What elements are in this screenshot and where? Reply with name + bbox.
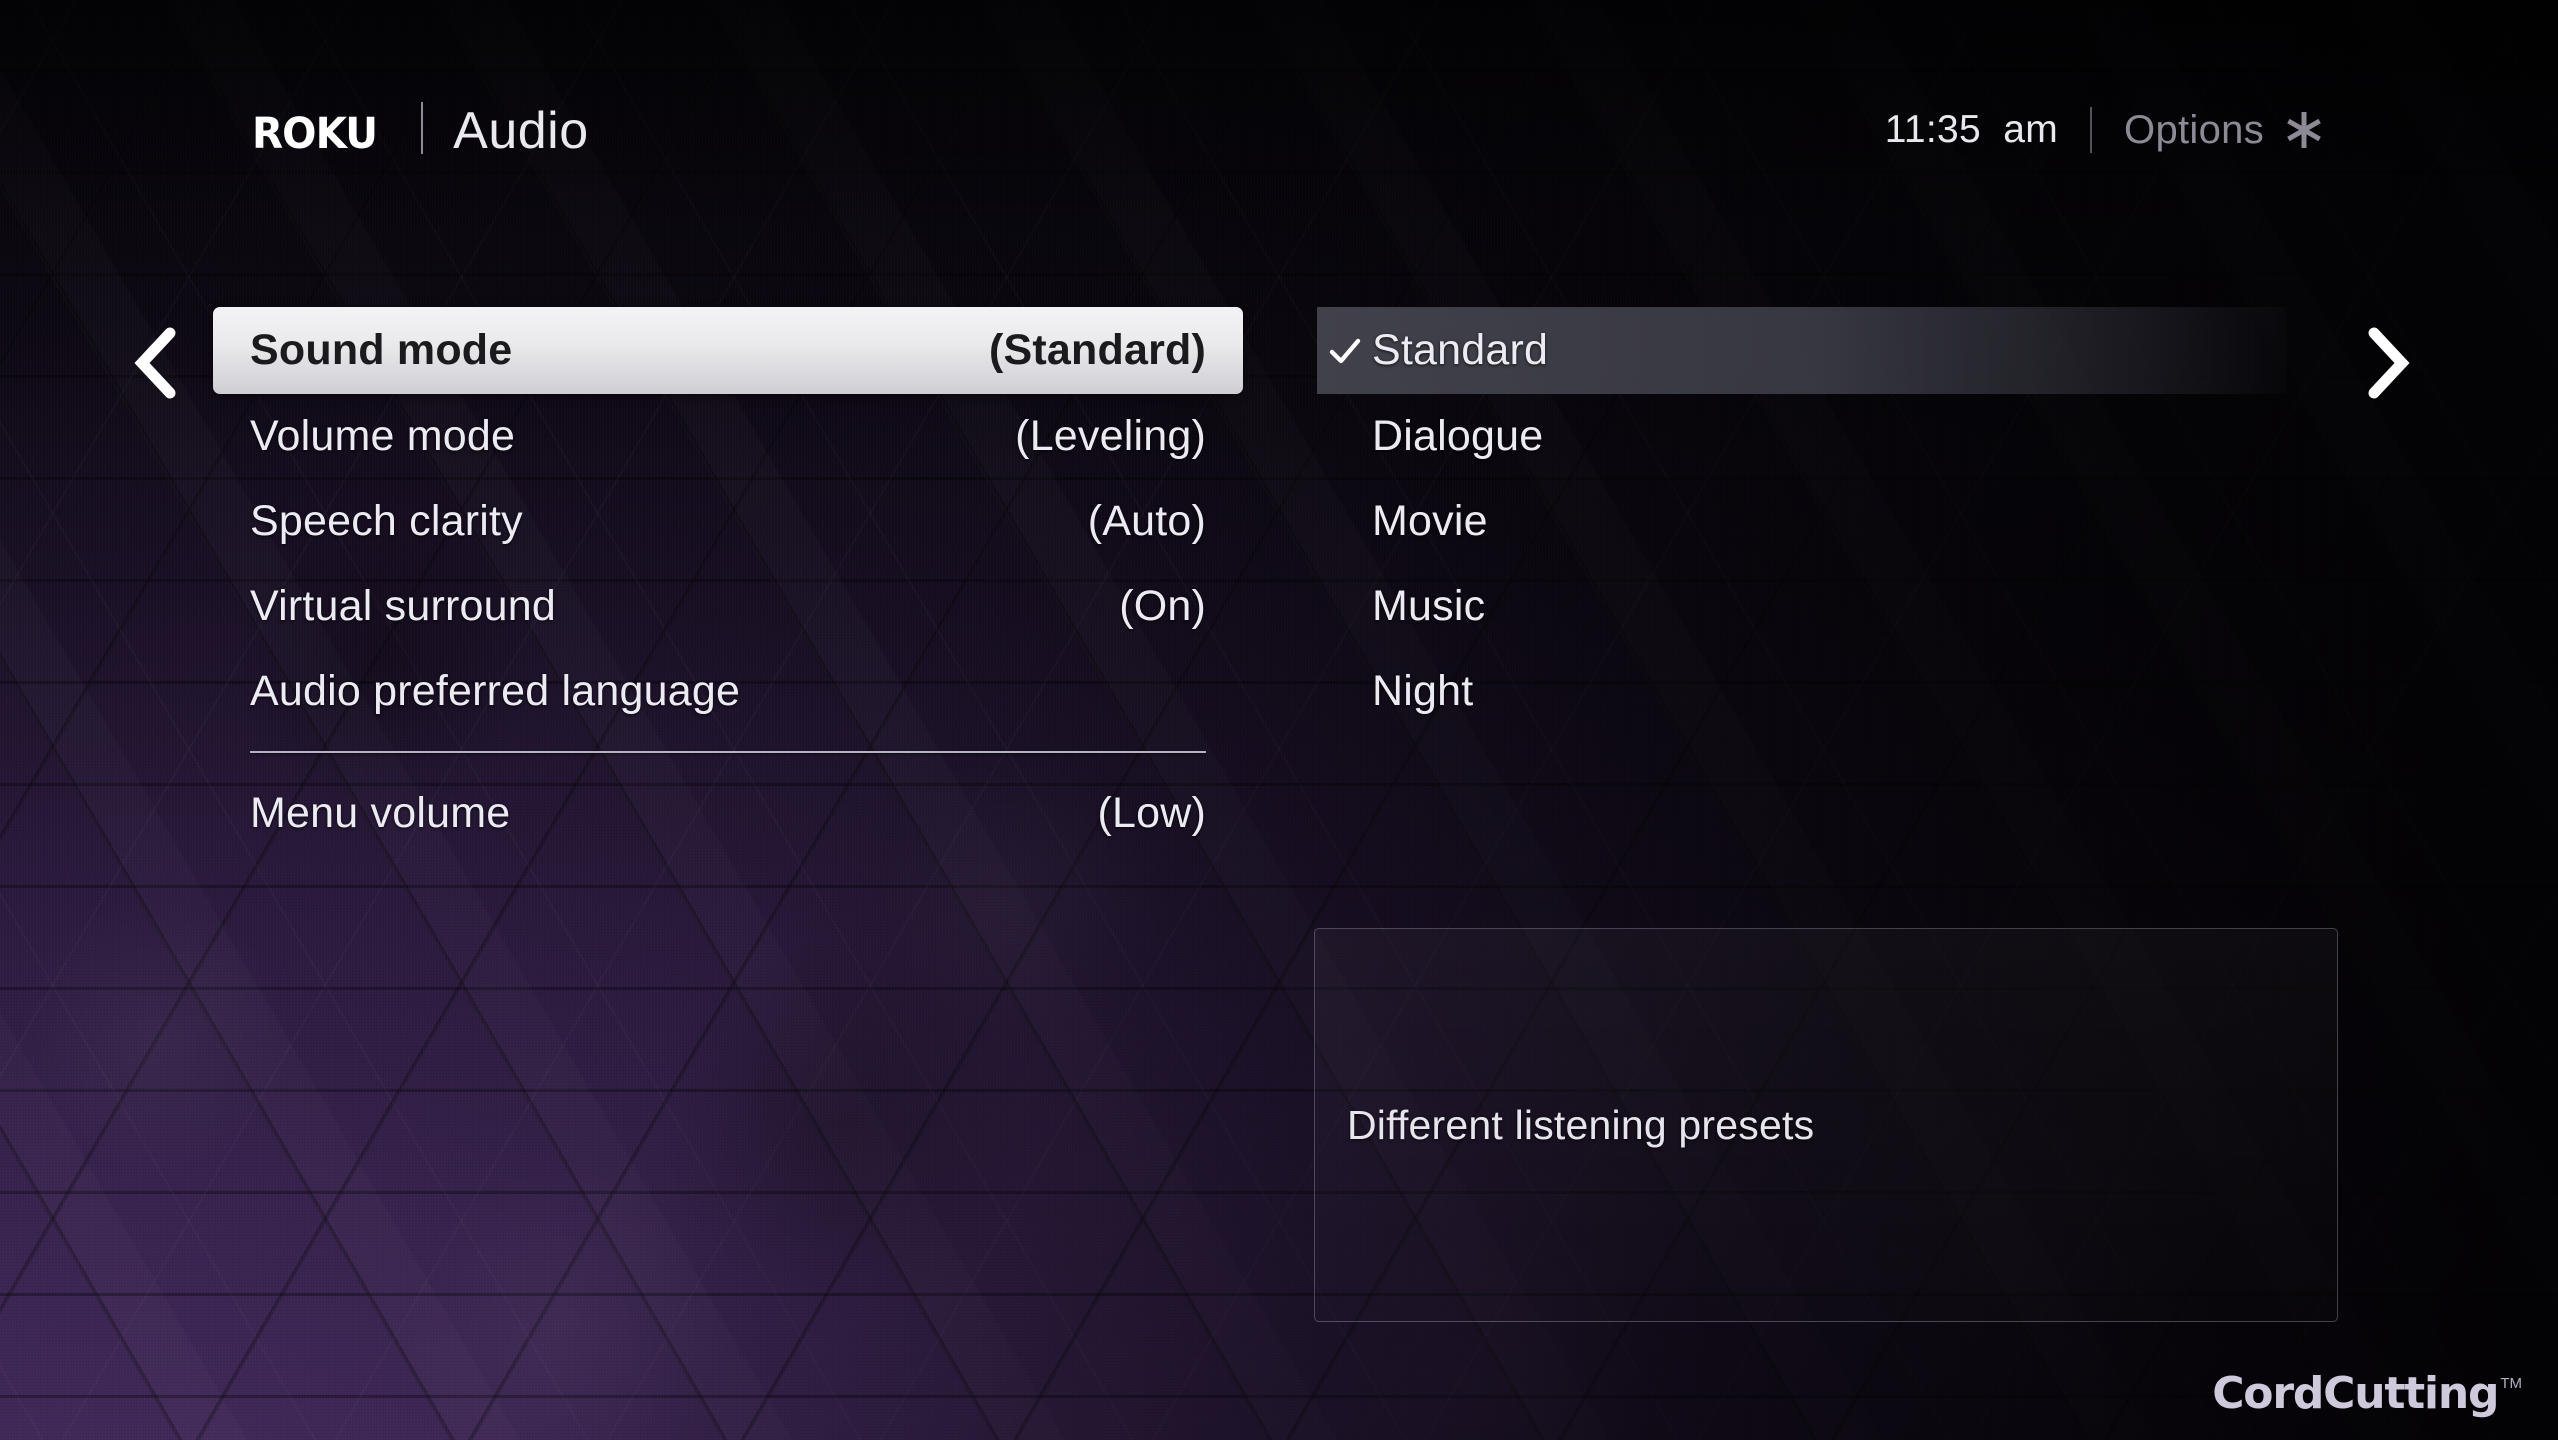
menu-item-label: Audio preferred language: [250, 667, 741, 715]
breadcrumb: Roku Audio: [252, 96, 589, 158]
menu-item-sound-mode[interactable]: Sound mode (Standard): [213, 307, 1243, 394]
options-button-label[interactable]: Options: [2124, 108, 2264, 153]
roku-logo: Roku: [252, 90, 378, 163]
page-title: Audio: [453, 102, 589, 160]
option-item-music[interactable]: Music: [1317, 564, 2287, 649]
info-panel: Different listening presets: [1314, 928, 2338, 1322]
asterisk-icon[interactable]: [2282, 108, 2326, 152]
option-item-movie[interactable]: Movie: [1317, 479, 2287, 564]
option-item-standard[interactable]: Standard: [1317, 307, 2287, 394]
menu-item-value: (Leveling): [1015, 412, 1206, 460]
menu-item-value: (Standard): [989, 326, 1206, 374]
watermark-tm: TM: [2500, 1375, 2522, 1392]
option-item-label: Movie: [1372, 497, 1488, 545]
menu-item-audio-preferred-language[interactable]: Audio preferred language: [213, 649, 1243, 734]
chevron-right-icon[interactable]: [2360, 325, 2416, 401]
menu-item-menu-volume[interactable]: Menu volume (Low): [213, 771, 1243, 856]
option-item-label: Dialogue: [1372, 412, 1544, 460]
menu-item-speech-clarity[interactable]: Speech clarity (Auto): [213, 479, 1243, 564]
option-item-label: Night: [1372, 667, 1474, 715]
brand-separator: [421, 102, 424, 154]
roku-audio-settings-screen: Roku Audio 11:35 am Options: [0, 0, 2558, 1440]
menu-item-label: Virtual surround: [250, 582, 556, 630]
header-right-cluster: 11:35 am Options: [1885, 105, 2326, 155]
sound-mode-options-panel: Standard Dialogue Movie Music Night: [1317, 307, 2287, 734]
option-item-dialogue[interactable]: Dialogue: [1317, 394, 2287, 479]
menu-divider: [250, 751, 1206, 753]
info-panel-text: Different listening presets: [1347, 1101, 1815, 1148]
menu-item-label: Menu volume: [250, 789, 511, 837]
menu-item-value: (Auto): [1087, 497, 1206, 545]
chevron-left-icon[interactable]: [128, 325, 184, 401]
cordcutting-watermark: CordCutting TM: [2212, 1372, 2522, 1416]
option-item-label: Music: [1372, 582, 1486, 630]
watermark-text: CordCutting: [2212, 1368, 2499, 1419]
menu-item-label: Volume mode: [250, 412, 516, 460]
clock: 11:35 am: [1884, 108, 2059, 151]
header-separator: [2090, 107, 2093, 153]
check-icon: [1317, 334, 1372, 368]
menu-item-label: Sound mode: [250, 326, 513, 374]
settings-menu: Sound mode (Standard) Volume mode (Level…: [213, 307, 1243, 856]
option-item-night[interactable]: Night: [1317, 649, 2287, 734]
menu-item-label: Speech clarity: [250, 497, 523, 545]
menu-item-volume-mode[interactable]: Volume mode (Leveling): [213, 394, 1243, 479]
menu-item-value: (Low): [1097, 789, 1206, 837]
option-item-label: Standard: [1372, 326, 1549, 374]
header-bar: Roku Audio 11:35 am Options: [0, 0, 2558, 170]
menu-item-value: (On): [1119, 582, 1206, 630]
menu-item-virtual-surround[interactable]: Virtual surround (On): [213, 564, 1243, 649]
